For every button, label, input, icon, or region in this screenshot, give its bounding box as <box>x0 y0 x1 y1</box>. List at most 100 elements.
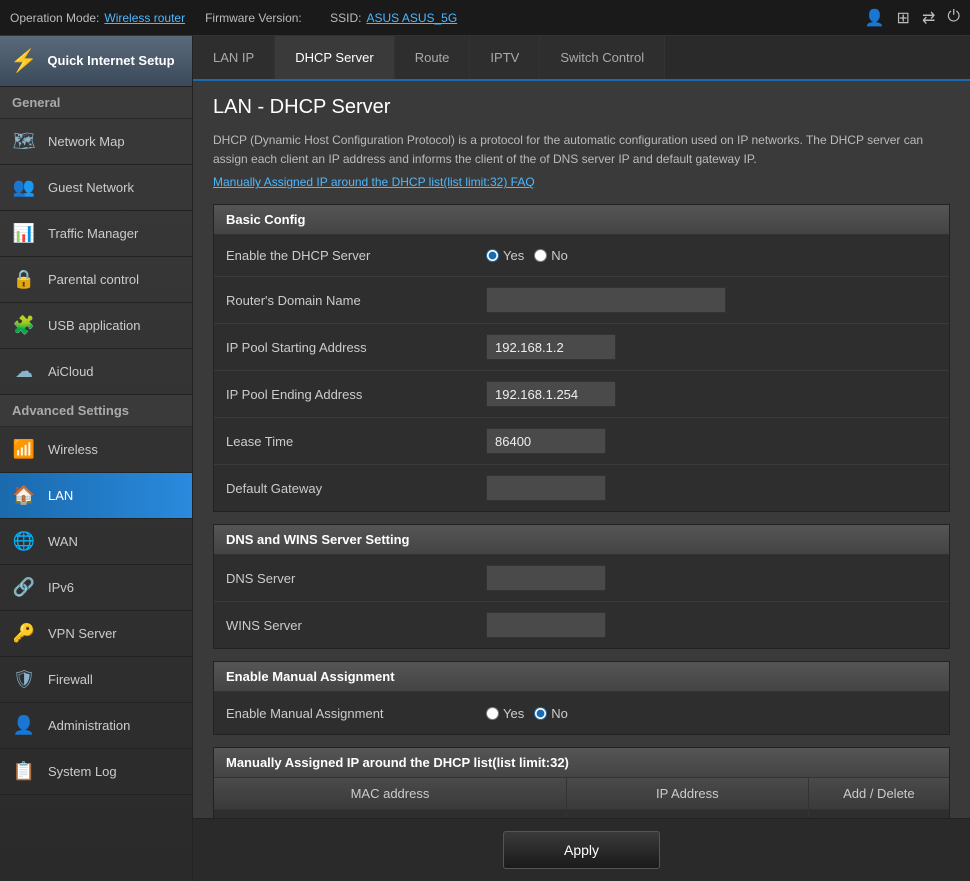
sidebar-item-usb-application[interactable]: 🧩 USB application <box>0 303 192 349</box>
sidebar-label-lan: LAN <box>48 488 73 503</box>
sidebar-item-system-log[interactable]: 📋 System Log <box>0 749 192 795</box>
dns-server-label: DNS Server <box>226 571 486 586</box>
ip-pool-start-label: IP Pool Starting Address <box>226 340 486 355</box>
page-content: LAN - DHCP Server DHCP (Dynamic Host Con… <box>193 81 970 818</box>
wins-server-label: WINS Server <box>226 618 486 633</box>
sidebar-label-vpn-server: VPN Server <box>48 626 117 641</box>
sidebar-item-wan[interactable]: 🌐 WAN <box>0 519 192 565</box>
lease-time-label: Lease Time <box>226 434 486 449</box>
sidebar-label-wan: WAN <box>48 534 78 549</box>
dns-server-control <box>486 565 606 591</box>
domain-name-row: Router's Domain Name <box>214 277 949 324</box>
dns-server-row: DNS Server <box>214 555 949 602</box>
wins-server-row: WINS Server <box>214 602 949 648</box>
sidebar-item-firewall[interactable]: 🛡 Firewall <box>0 657 192 703</box>
wan-icon: 🌐 <box>10 531 38 552</box>
domain-name-control <box>486 287 726 313</box>
ip-pool-end-label: IP Pool Ending Address <box>226 387 486 402</box>
tab-lan-ip[interactable]: LAN IP <box>193 36 275 79</box>
aicloud-icon: ☁ <box>10 361 38 382</box>
sidebar-item-vpn-server[interactable]: 🔑 VPN Server <box>0 611 192 657</box>
sidebar-item-traffic-manager[interactable]: 📊 Traffic Manager <box>0 211 192 257</box>
sidebar-item-aicloud[interactable]: ☁ AiCloud <box>0 349 192 395</box>
parental-control-icon: 🔒 <box>10 269 38 290</box>
sidebar-item-wireless[interactable]: 📶 Wireless <box>0 427 192 473</box>
firewall-icon: 🛡 <box>10 669 38 690</box>
sidebar-label-network-map: Network Map <box>48 134 125 149</box>
tab-route[interactable]: Route <box>395 36 471 79</box>
default-gateway-row: Default Gateway <box>214 465 949 511</box>
enable-dhcp-no-radio[interactable] <box>534 249 547 262</box>
enable-dhcp-yes[interactable]: Yes <box>486 248 524 263</box>
enable-dhcp-control: Yes No <box>486 248 568 263</box>
domain-name-input[interactable] <box>486 287 726 313</box>
sidebar-label-wireless: Wireless <box>48 442 98 457</box>
top-bar: Operation Mode: Wireless router Firmware… <box>0 0 970 36</box>
mode-value: Wireless router <box>104 11 185 25</box>
general-header: General <box>0 87 192 119</box>
lease-time-input[interactable] <box>486 428 606 454</box>
mode-label: Operation Mode: <box>10 11 99 25</box>
tab-iptv[interactable]: IPTV <box>470 36 540 79</box>
user-icon[interactable]: 👤 <box>865 8 885 28</box>
sidebar-item-parental-control[interactable]: 🔒 Parental control <box>0 257 192 303</box>
network-map-icon: 🗺 <box>10 131 38 152</box>
enable-manual-yes-radio[interactable] <box>486 707 499 720</box>
ssid-values: ASUS ASUS_5G <box>366 11 457 25</box>
share-icon[interactable]: ⇄ <box>922 8 935 28</box>
domain-name-label: Router's Domain Name <box>226 293 486 308</box>
dns-server-input[interactable] <box>486 565 606 591</box>
sidebar-label-parental-control: Parental control <box>48 272 139 287</box>
fw-version <box>307 11 310 25</box>
enable-dhcp-label: Enable the DHCP Server <box>226 248 486 263</box>
lease-time-control <box>486 428 606 454</box>
tab-switch-control[interactable]: Switch Control <box>540 36 665 79</box>
sidebar-label-usb-application: USB application <box>48 318 141 333</box>
sidebar-item-guest-network[interactable]: 👥 Guest Network <box>0 165 192 211</box>
vpn-icon: 🔑 <box>10 623 38 644</box>
quick-setup-label: Quick Internet Setup <box>47 53 174 70</box>
fw-label: Firmware Version: <box>205 11 302 25</box>
default-gateway-label: Default Gateway <box>226 481 486 496</box>
default-gateway-control <box>486 475 606 501</box>
sidebar-item-ipv6[interactable]: 🔗 IPv6 <box>0 565 192 611</box>
enable-dhcp-no[interactable]: No <box>534 248 568 263</box>
quick-internet-setup[interactable]: ⚡ Quick Internet Setup <box>0 36 192 87</box>
wins-server-input[interactable] <box>486 612 606 638</box>
enable-manual-row: Enable Manual Assignment Yes No <box>214 692 949 734</box>
sidebar-label-aicloud: AiCloud <box>48 364 94 379</box>
manual-assignment-section: Enable Manual Assignment Enable Manual A… <box>213 661 950 735</box>
enable-manual-no-radio[interactable] <box>534 707 547 720</box>
sidebar: ⚡ Quick Internet Setup General 🗺 Network… <box>0 36 193 881</box>
ip-input-cell <box>566 810 808 818</box>
sidebar-item-network-map[interactable]: 🗺 Network Map <box>0 119 192 165</box>
faq-link[interactable]: Manually Assigned IP around the DHCP lis… <box>213 175 950 189</box>
power-icon[interactable]: ⏻ <box>947 8 960 28</box>
dns-wins-header: DNS and WINS Server Setting <box>214 525 949 555</box>
mac-input-row: ▼ + <box>214 810 949 818</box>
add-btn-cell: + <box>808 810 949 818</box>
mac-table-header: Manually Assigned IP around the DHCP lis… <box>214 748 949 778</box>
mac-table: MAC address IP Address Add / Delete ▼ <box>214 778 949 818</box>
tabs-bar: LAN IP DHCP Server Route IPTV Switch Con… <box>193 36 970 81</box>
copy-icon[interactable]: ⊞ <box>897 8 910 28</box>
ip-pool-end-control <box>486 381 616 407</box>
enable-dhcp-yes-radio[interactable] <box>486 249 499 262</box>
tab-dhcp-server[interactable]: DHCP Server <box>275 36 395 79</box>
default-gateway-input[interactable] <box>486 475 606 501</box>
sidebar-item-lan[interactable]: 🏠 LAN <box>0 473 192 519</box>
sidebar-item-administration[interactable]: 👤 Administration <box>0 703 192 749</box>
basic-config-header: Basic Config <box>214 205 949 235</box>
traffic-manager-icon: 📊 <box>10 223 38 244</box>
sidebar-label-ipv6: IPv6 <box>48 580 74 595</box>
ip-pool-start-input[interactable] <box>486 334 616 360</box>
guest-network-icon: 👥 <box>10 177 38 198</box>
ip-pool-end-input[interactable] <box>486 381 616 407</box>
apply-button[interactable]: Apply <box>503 831 660 869</box>
lan-icon: 🏠 <box>10 485 38 506</box>
page-description: DHCP (Dynamic Host Configuration Protoco… <box>213 131 950 169</box>
content-area: LAN IP DHCP Server Route IPTV Switch Con… <box>193 36 970 881</box>
enable-manual-no[interactable]: No <box>534 706 568 721</box>
ip-pool-start-row: IP Pool Starting Address <box>214 324 949 371</box>
enable-manual-yes[interactable]: Yes <box>486 706 524 721</box>
